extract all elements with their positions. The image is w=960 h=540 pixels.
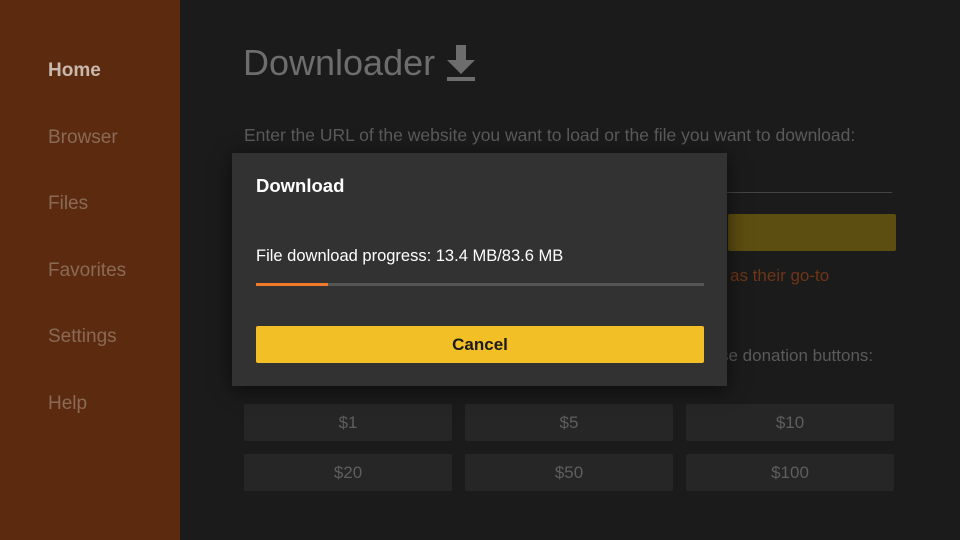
url-prompt: Enter the URL of the website you want to…: [244, 125, 856, 145]
progress-bar: [256, 283, 704, 286]
donate-button-20[interactable]: $20: [244, 454, 452, 491]
progress-bar-fill: [256, 283, 328, 286]
sidebar-item-files[interactable]: Files: [48, 193, 88, 215]
sidebar-item-home[interactable]: Home: [48, 60, 101, 82]
sidebar-item-help[interactable]: Help: [48, 393, 87, 415]
page-title: Downloader: [243, 42, 436, 83]
donate-button-10[interactable]: $10: [686, 404, 894, 441]
dialog-title: Download: [256, 175, 345, 196]
donate-button-50[interactable]: $50: [465, 454, 673, 491]
download-progress-text: File download progress: 13.4 MB/83.6 MB: [256, 247, 564, 265]
donate-button-1[interactable]: $1: [244, 404, 452, 441]
donate-button-100[interactable]: $100: [686, 454, 894, 491]
sidebar: Home Browser Files Favorites Settings He…: [0, 0, 180, 540]
cancel-button[interactable]: Cancel: [256, 326, 704, 363]
sidebar-item-settings[interactable]: Settings: [48, 326, 117, 348]
page-title-group: Downloader: [243, 42, 477, 84]
app-root: Home Browser Files Favorites Settings He…: [0, 0, 960, 540]
sidebar-item-browser[interactable]: Browser: [48, 127, 118, 149]
sidebar-item-favorites[interactable]: Favorites: [48, 260, 126, 282]
donation-note: se donation buttons:: [720, 346, 874, 365]
donate-button-5[interactable]: $5: [465, 404, 673, 441]
download-arrow-icon: [445, 43, 477, 83]
go-button[interactable]: [728, 214, 896, 251]
download-dialog: Download File download progress: 13.4 MB…: [232, 153, 727, 386]
promo-text: as their go-to: [730, 266, 830, 285]
